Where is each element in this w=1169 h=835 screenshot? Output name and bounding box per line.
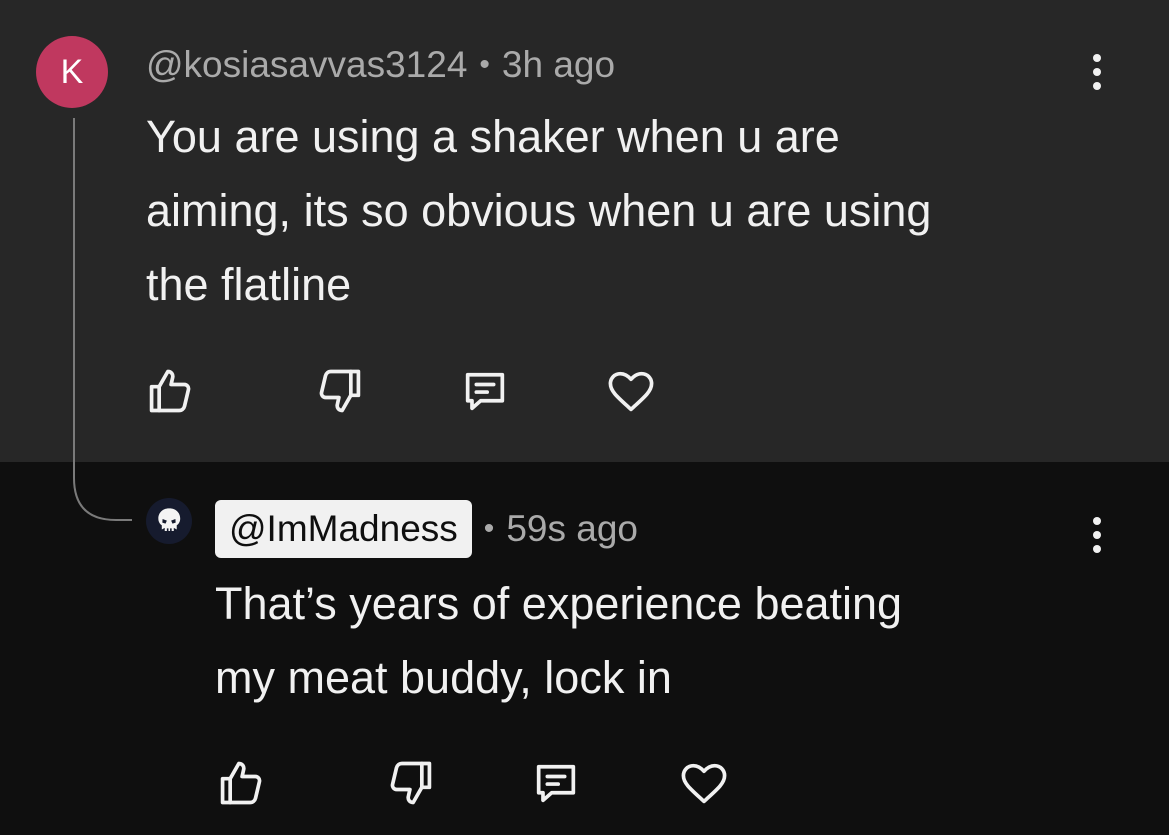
like-icon[interactable]	[213, 755, 269, 811]
heart-icon[interactable]	[603, 363, 659, 419]
separator-dot: •	[483, 512, 495, 545]
reply-icon[interactable]	[457, 363, 513, 419]
dislike-icon[interactable]	[312, 363, 368, 419]
reply-text-line: That’s years of experience beating	[215, 578, 903, 629]
more-vertical-icon[interactable]	[1082, 47, 1112, 97]
reply-author-handle[interactable]: @ImMadness	[215, 500, 472, 558]
separator-dot: •	[479, 48, 490, 81]
dislike-icon[interactable]	[383, 755, 439, 811]
skull-icon	[158, 508, 181, 531]
reply-text: That’s years of experience beating my me…	[215, 567, 1115, 715]
comment-text: You are using a shaker when u are aiming…	[146, 100, 1126, 322]
like-icon[interactable]	[142, 363, 198, 419]
reply-icon[interactable]	[528, 755, 584, 811]
comment-text-line: You are using a shaker when u are	[146, 111, 840, 162]
comment-thread: K @kosiasavvas3124 • 3h ago You are usin…	[0, 0, 1169, 835]
comment-text-line: aiming, its so obvious when u are using	[146, 185, 932, 236]
more-vertical-icon[interactable]	[1082, 510, 1112, 560]
avatar[interactable]: K	[36, 36, 108, 108]
reply-header: @ImMadness • 59s ago	[215, 500, 638, 558]
comment-text-line: the flatline	[146, 259, 352, 310]
avatar[interactable]	[146, 498, 192, 544]
avatar-letter: K	[60, 52, 84, 91]
reply-text-line: my meat buddy, lock in	[215, 652, 672, 703]
comment-timestamp[interactable]: 3h ago	[502, 44, 615, 86]
comment-header: @kosiasavvas3124 • 3h ago	[146, 40, 615, 90]
heart-icon[interactable]	[676, 755, 732, 811]
reply-timestamp[interactable]: 59s ago	[506, 508, 638, 550]
comment-author-handle[interactable]: @kosiasavvas3124	[146, 44, 467, 86]
